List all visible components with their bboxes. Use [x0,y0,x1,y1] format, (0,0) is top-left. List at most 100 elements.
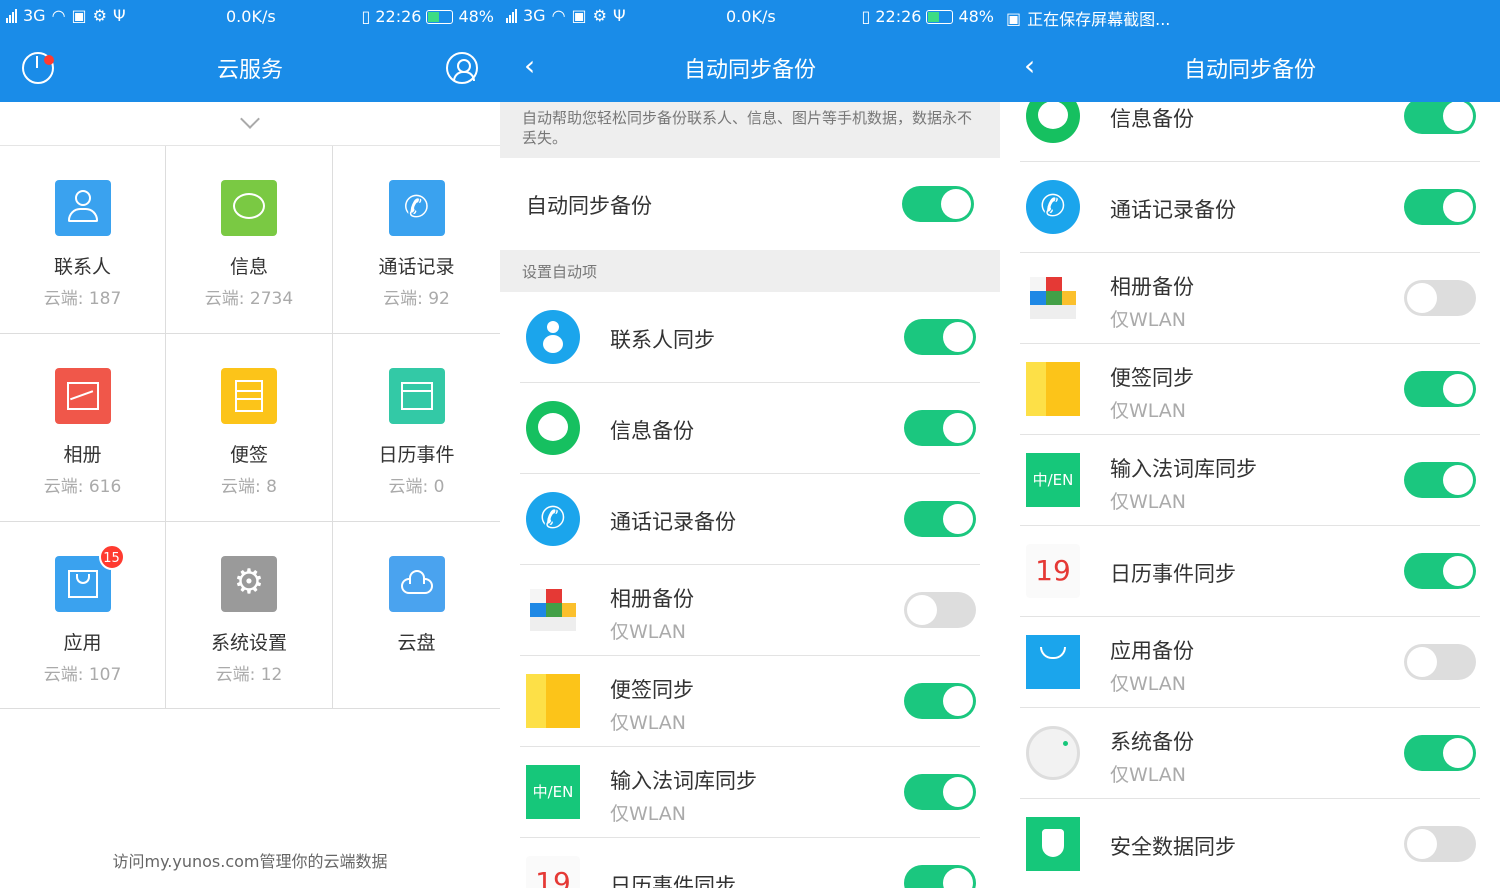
service-name: 云盘 [397,632,436,654]
setting-row[interactable]: 相册备份仅WLAN [520,565,980,656]
battery-icon [426,9,454,24]
auto-sync-toggle[interactable] [902,186,974,222]
service-name: 通话记录 [378,256,455,278]
icon-part [1062,291,1076,305]
footer-link[interactable]: 访问my.yunos.com管理你的云端数据 [0,848,500,872]
setting-row[interactable]: 便签同步仅WLAN [520,656,980,747]
clock: 22:26 [375,7,422,26]
setting-toggle[interactable] [904,865,976,888]
setting-row[interactable]: 信息备份 [520,383,980,474]
cloud-icon [388,556,445,612]
status-bar: ▣ 正在保存屏幕截图... [1000,0,1500,34]
setting-label: 相册备份 [610,587,694,611]
ime-icon: 中/EN [1026,453,1080,507]
chevron-down-icon [240,109,260,129]
setting-label: 相册备份 [1110,275,1194,299]
service-tile-2[interactable]: ✆ 通话记录 云端: 92 [333,146,500,334]
icon-part [562,603,576,617]
auto-sync-label: 自动同步备份 [526,194,652,218]
setting-toggle[interactable] [904,319,976,355]
page-title: 自动同步备份 [683,58,816,83]
app-bar: ‹ 自动同步备份 [500,34,1000,102]
signal-icon [506,8,517,23]
icon-part [1040,647,1066,659]
user-icon[interactable] [446,52,478,84]
usb-icon: Ψ [113,6,126,25]
gallery-icon [54,368,111,424]
setting-label: 日历事件同步 [610,874,736,888]
service-name: 信息 [229,256,268,278]
setting-toggle[interactable] [904,683,976,719]
setting-row[interactable]: 应用备份 仅WLAN [1020,617,1480,708]
setting-row[interactable]: 19 日历事件同步 [1020,526,1480,617]
setting-toggle[interactable] [904,774,976,810]
phone-icon: ✆ [388,180,445,236]
setting-sublabel: 仅WLAN [610,712,687,734]
setting-row[interactable]: ✆ 通话记录备份 [1020,162,1480,253]
icon-part [546,589,562,603]
notes-icon [1026,362,1080,416]
setting-label: 便签同步 [610,678,694,702]
notification-dot [44,55,54,65]
service-name: 相册 [63,444,102,466]
setting-row[interactable]: 安全数据同步 [1020,799,1480,888]
service-count: 云端: 0 [388,477,445,497]
setting-toggle[interactable] [904,501,976,537]
expand-toggle[interactable] [0,102,500,146]
vibrate-icon: ▯ [861,7,871,26]
setting-label: 应用备份 [1110,639,1194,663]
image-icon: ▣ [1006,8,1022,28]
auto-sync-row[interactable]: 自动同步备份 [500,158,1000,250]
setting-toggle[interactable] [1404,644,1476,680]
wifi-icon: ◠ [551,6,566,25]
notes-icon [221,368,277,424]
setting-row[interactable]: ✆ 通话记录备份 [520,474,980,565]
setting-row[interactable]: 中/EN 输入法词库同步 仅WLAN [520,747,980,838]
phone-icon: ✆ [526,492,580,546]
setting-toggle[interactable] [1404,98,1476,134]
gallery-icon [1026,271,1080,325]
setting-row[interactable]: 中/EN 输入法词库同步 仅WLAN [1020,435,1480,526]
service-name: 日历事件 [378,444,455,466]
setting-row[interactable]: 相册备份 仅WLAN [1020,253,1480,344]
battery-icon [926,9,954,24]
service-tile-7[interactable]: ⚙ 系统设置 云端: 12 [166,522,333,709]
service-tile-4[interactable]: 便签 云端: 8 [166,334,333,522]
setting-label: 输入法词库同步 [610,769,757,793]
settings-list: 联系人同步 信息备份 ✆ 通话记录备份 相册备份 仅WLAN 便签同步 仅WLAN 中/EN 输入… [500,292,1000,888]
setting-toggle[interactable] [904,410,976,446]
setting-label: 输入法词库同步 [1110,457,1257,481]
service-tile-5[interactable]: 日历事件云端: 0 [333,334,500,522]
setting-row[interactable]: 系统备份 仅WLAN [1020,708,1480,799]
setting-row[interactable]: 联系人同步 [520,292,980,383]
setting-toggle[interactable] [1404,826,1476,862]
service-name: 应用 [63,632,102,654]
service-tile-6[interactable]: 15 应用 云端: 107 [0,522,166,709]
setting-label: 信息备份 [610,419,694,443]
setting-toggle[interactable] [1404,189,1476,225]
service-tile-8[interactable]: 云盘 [333,522,500,709]
setting-sublabel: 仅WLAN [610,621,687,643]
setting-row[interactable]: 19 日历事件同步 [520,838,980,888]
wifi-icon: ◠ [51,6,66,25]
icon-part [546,603,562,617]
vibrate-icon: ▯ [361,7,371,26]
setting-toggle[interactable] [1404,280,1476,316]
setting-label: 通话记录备份 [610,510,736,534]
system-backup-icon [1026,726,1080,780]
icon-part [1030,291,1046,305]
service-tile-0[interactable]: 联系人 云端: 187 [0,146,166,334]
setting-toggle[interactable] [904,592,976,628]
setting-toggle[interactable] [1404,735,1476,771]
setting-row[interactable]: 便签同步 仅WLAN [1020,344,1480,435]
service-tile-1[interactable]: 信息 云端: 2734 [166,146,333,334]
setting-toggle[interactable] [1404,553,1476,589]
signal-icon [6,8,17,23]
service-tile-3[interactable]: 相册 云端: 616 [0,334,166,522]
setting-toggle[interactable] [1404,462,1476,498]
notes-icon [526,674,580,728]
setting-sublabel: 仅WLAN [1110,400,1187,422]
service-count: 云端: 12 [215,665,283,685]
gallery-icon [526,583,580,637]
setting-toggle[interactable] [1404,371,1476,407]
